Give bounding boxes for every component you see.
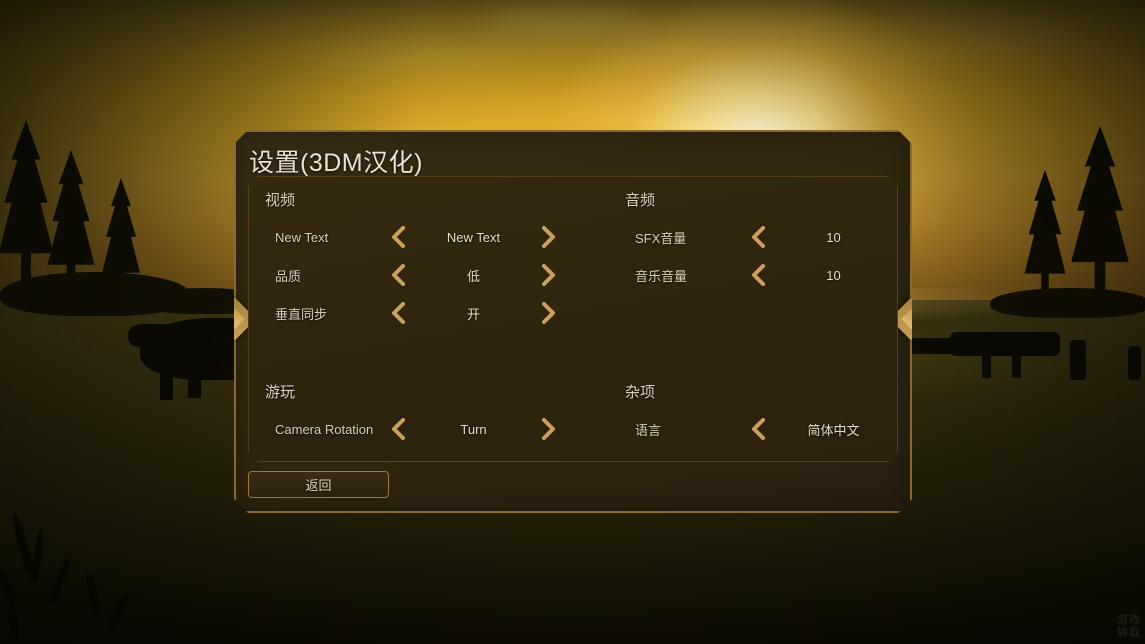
chevron-right-icon[interactable] [536, 223, 562, 251]
watermark: 游戏 转载 [1117, 614, 1141, 640]
settings-content: 视频 New Text New Text 品质 低 垂直同步 开 音频 SFX音… [248, 176, 898, 462]
bush-silhouette [990, 288, 1145, 318]
chevron-left-icon[interactable] [385, 261, 411, 289]
setting-row: 品质 低 [257, 256, 562, 294]
crowd-silhouette [905, 338, 965, 354]
setting-row: 垂直同步 开 [257, 294, 562, 332]
animal-leg [188, 374, 201, 398]
setting-row: 音乐音量 10 [617, 256, 922, 294]
setting-label: Camera Rotation [275, 421, 374, 437]
person-silhouette [1070, 340, 1086, 380]
chevron-right-icon[interactable] [536, 415, 562, 443]
settings-group-audio: 音频 SFX音量 10 音乐音量 10 [617, 189, 922, 294]
settings-group-misc: 杂项 语言 简体中文 [617, 381, 922, 448]
setting-value: 简体中文 [807, 422, 860, 438]
page-title: 设置(3DM汉化) [249, 149, 423, 177]
stepper: 10 [745, 223, 922, 251]
setting-row: New Text New Text [257, 218, 562, 256]
group-title-gameplay: 游玩 [265, 384, 296, 401]
setting-value: New Text [446, 229, 501, 245]
setting-label: 音乐音量 [635, 268, 688, 284]
chevron-right-icon[interactable] [536, 261, 562, 289]
chevron-left-icon[interactable] [745, 223, 771, 251]
person-silhouette [1012, 348, 1021, 378]
person-silhouette [982, 348, 991, 378]
animal-head [128, 324, 168, 348]
group-title-misc: 杂项 [625, 384, 656, 401]
setting-label: 品质 [275, 268, 302, 284]
stepper: New Text [385, 223, 562, 251]
stepper: 低 [385, 261, 562, 289]
stepper: 简体中文 [745, 415, 922, 443]
chevron-left-icon[interactable] [385, 223, 411, 251]
setting-value: 10 [826, 267, 841, 283]
chevron-left-icon[interactable] [385, 299, 411, 327]
setting-row: Camera Rotation Turn [257, 410, 562, 448]
chevron-right-icon[interactable] [536, 299, 562, 327]
back-button[interactable]: 返回 [248, 471, 389, 498]
setting-value: 10 [826, 229, 841, 245]
settings-group-gameplay: 游玩 Camera Rotation Turn [257, 381, 562, 448]
setting-row: SFX音量 10 [617, 218, 922, 256]
group-title-video: 视频 [265, 192, 296, 209]
chevron-left-icon[interactable] [745, 415, 771, 443]
setting-value: Turn [460, 421, 487, 437]
crowd-silhouette [950, 332, 1060, 356]
watermark-line-1: 游戏 [1117, 614, 1141, 626]
setting-label: New Text [275, 229, 329, 245]
stepper: 开 [385, 299, 562, 327]
watermark-line-2: 转载 [1117, 627, 1141, 639]
setting-label: 语言 [635, 422, 662, 438]
setting-value: 开 [466, 306, 480, 322]
settings-panel: 设置(3DM汉化) 视频 New Text New Text 品质 低 垂直同步… [234, 130, 912, 513]
setting-label: SFX音量 [635, 230, 687, 246]
setting-label: 垂直同步 [275, 306, 328, 322]
chevron-left-icon[interactable] [385, 415, 411, 443]
group-title-audio: 音频 [625, 192, 656, 209]
person-silhouette [1128, 346, 1141, 380]
animal-leg [160, 374, 173, 400]
settings-group-video: 视频 New Text New Text 品质 低 垂直同步 开 [257, 189, 562, 332]
stepper: 10 [745, 261, 922, 289]
stepper: Turn [385, 415, 562, 443]
chevron-left-icon[interactable] [745, 261, 771, 289]
setting-row: 语言 简体中文 [617, 410, 922, 448]
setting-value: 低 [466, 268, 480, 284]
cloud [480, 8, 650, 34]
